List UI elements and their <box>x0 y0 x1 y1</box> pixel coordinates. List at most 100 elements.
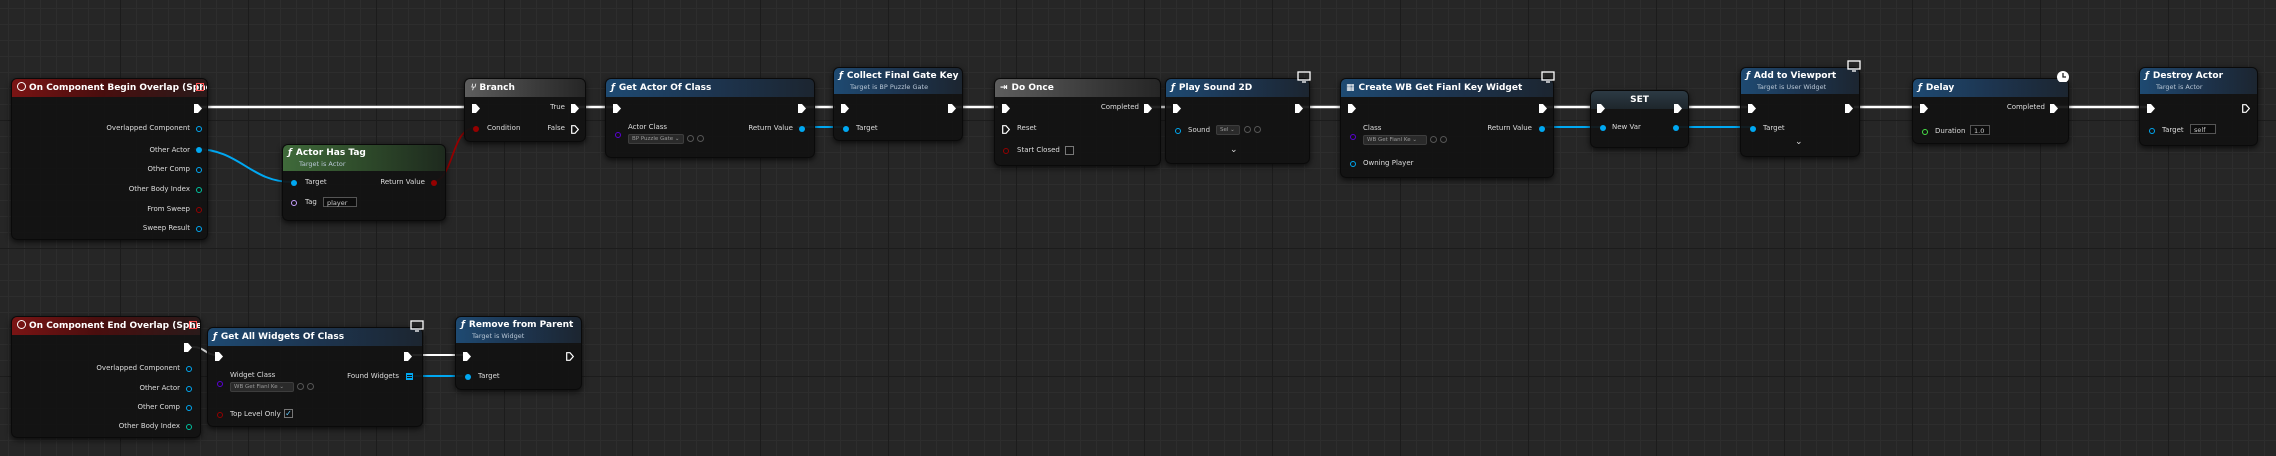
duration-pin[interactable] <box>1922 129 1928 135</box>
node-header[interactable]: On Component End Overlap (Sphere) <box>12 317 200 335</box>
play-sound-2d-node[interactable]: ƒ Play Sound 2D Sound Sel ⌄ ⌄ <box>1165 71 1311 164</box>
search-icon[interactable] <box>307 383 314 390</box>
exec-in-pin[interactable] <box>2147 104 2155 113</box>
browse-icon[interactable] <box>297 383 304 390</box>
target-pin[interactable] <box>291 180 297 186</box>
sound-pin[interactable] <box>1175 128 1181 134</box>
exec-in-pin[interactable] <box>472 104 480 113</box>
return-value-pin[interactable] <box>799 126 805 132</box>
actor-has-tag-node[interactable]: ƒ Actor Has Tag Target is Actor Target Re… <box>282 144 446 221</box>
start-closed-checkbox[interactable] <box>1065 146 1074 155</box>
found-widgets-array-pin[interactable] <box>406 373 413 380</box>
event-end-overlap-node[interactable]: On Component End Overlap (Sphere) Overla… <box>11 316 201 438</box>
node-header[interactable]: ⇥ Do Once <box>995 79 1160 97</box>
node-header[interactable]: ƒ Get Actor Of Class <box>606 79 814 97</box>
exec-in-pin[interactable] <box>613 104 621 113</box>
exec-out-pin[interactable] <box>184 343 192 352</box>
node-header[interactable]: On Component Begin Overlap (Sphere) <box>12 79 207 97</box>
reset-exec-pin[interactable] <box>1002 125 1010 134</box>
remove-from-parent-node[interactable]: ƒ Remove from Parent Target is Widget Tar… <box>455 316 582 390</box>
delay-node[interactable]: ƒ Delay Completed Duration 1.0 <box>1912 71 2069 144</box>
branch-node[interactable]: ⑂ Branch True Condition False <box>464 78 586 142</box>
sound-dropdown[interactable]: Sel ⌄ <box>1216 125 1240 135</box>
widget-class-dropdown[interactable]: WB Get Fianl Ke ⌄ <box>230 382 294 392</box>
other-body-index-pin[interactable] <box>196 187 202 193</box>
do-once-node[interactable]: ⇥ Do Once Completed Reset Start Closed <box>994 78 1161 166</box>
target-pin[interactable] <box>465 374 471 380</box>
other-comp-pin[interactable] <box>186 405 192 411</box>
other-actor-pin[interactable] <box>186 386 192 392</box>
exec-in-pin[interactable] <box>463 352 471 361</box>
exec-out-pin[interactable] <box>1295 104 1303 113</box>
exec-in-pin[interactable] <box>1920 104 1928 113</box>
exec-out-pin[interactable] <box>948 104 956 113</box>
completed-exec-pin[interactable] <box>1144 104 1152 113</box>
node-header[interactable]: ƒ Remove from Parent Target is Widget <box>456 317 581 343</box>
exec-out-pin[interactable] <box>1674 104 1682 113</box>
exec-in-pin[interactable] <box>1597 104 1605 113</box>
node-header[interactable]: ƒ Add to Viewport Target is User Widget <box>1741 68 1859 94</box>
other-body-index-pin[interactable] <box>186 424 192 430</box>
target-pin[interactable] <box>843 126 849 132</box>
expand-arrow-icon[interactable]: ⌄ <box>1795 138 1803 147</box>
browse-icon[interactable] <box>687 135 694 142</box>
exec-in-pin[interactable] <box>1002 104 1010 113</box>
top-level-only-checkbox[interactable]: ✓ <box>284 409 293 418</box>
exec-out-pin[interactable] <box>566 352 574 361</box>
condition-pin[interactable] <box>473 126 479 132</box>
actor-class-dropdown[interactable]: BP Puzzle Gate ⌄ <box>628 134 684 144</box>
from-sweep-pin[interactable] <box>196 207 202 213</box>
node-header[interactable]: ƒ Delay <box>1913 79 2068 97</box>
exec-out-pin[interactable] <box>1845 104 1853 113</box>
class-pin[interactable] <box>1350 134 1356 140</box>
exec-in-pin[interactable] <box>841 104 849 113</box>
new-var-pin[interactable] <box>1600 125 1606 131</box>
other-comp-pin[interactable] <box>196 167 202 173</box>
exec-out-pin[interactable] <box>404 352 412 361</box>
tag-input[interactable]: player <box>323 197 357 207</box>
overlapped-component-pin[interactable] <box>186 366 192 372</box>
node-header[interactable]: ⑂ Branch <box>465 79 585 97</box>
node-header[interactable]: ƒ Play Sound 2D <box>1166 79 1309 97</box>
add-to-viewport-node[interactable]: ƒ Add to Viewport Target is User Widget T… <box>1740 60 1861 157</box>
start-closed-pin[interactable] <box>1003 148 1009 154</box>
collect-final-gate-key-node[interactable]: ƒ Collect Final Gate Key Target is BP Puz… <box>833 67 963 141</box>
return-value-pin[interactable] <box>1539 126 1545 132</box>
expand-arrow-icon[interactable]: ⌄ <box>1230 146 1238 155</box>
exec-out-pin[interactable] <box>1539 104 1547 113</box>
target-pin[interactable] <box>2149 128 2155 134</box>
widget-class-pin[interactable] <box>217 381 223 387</box>
delegate-pin-icon[interactable] <box>196 83 204 91</box>
set-variable-node[interactable]: SET New Var <box>1590 90 1689 148</box>
exec-in-pin[interactable] <box>215 352 223 361</box>
search-icon[interactable] <box>1440 136 1447 143</box>
get-actor-of-class-node[interactable]: ƒ Get Actor Of Class Actor Class BP Puzzl… <box>605 78 815 158</box>
other-actor-pin[interactable] <box>196 147 202 153</box>
browse-icon[interactable] <box>1244 126 1251 133</box>
exec-out-pin[interactable] <box>2242 104 2250 113</box>
event-begin-overlap-node[interactable]: On Component Begin Overlap (Sphere) Over… <box>11 78 208 240</box>
true-exec-pin[interactable] <box>571 104 579 113</box>
completed-exec-pin[interactable] <box>2050 104 2058 113</box>
exec-out-pin[interactable] <box>194 104 202 113</box>
node-header[interactable]: ƒ Collect Final Gate Key Target is BP Puz… <box>834 68 962 94</box>
browse-icon[interactable] <box>1430 136 1437 143</box>
search-icon[interactable] <box>697 135 704 142</box>
duration-input[interactable]: 1.0 <box>1970 125 1990 135</box>
target-self-field[interactable]: self <box>2190 124 2216 134</box>
create-widget-node[interactable]: ▦ Create WB Get Fianl Key Widget Class WB… <box>1340 71 1555 178</box>
var-out-pin[interactable] <box>1673 125 1679 131</box>
search-icon[interactable] <box>1254 126 1261 133</box>
tag-pin[interactable] <box>291 200 297 206</box>
exec-in-pin[interactable] <box>1348 104 1356 113</box>
overlapped-component-pin[interactable] <box>196 126 202 132</box>
destroy-actor-node[interactable]: ƒ Destroy Actor Target is Actor Target se… <box>2139 67 2258 146</box>
node-header[interactable]: ƒ Get All Widgets Of Class <box>208 328 422 346</box>
exec-in-pin[interactable] <box>1173 104 1181 113</box>
exec-out-pin[interactable] <box>798 104 806 113</box>
actor-class-pin[interactable] <box>615 132 621 138</box>
return-value-pin[interactable] <box>431 180 437 186</box>
target-pin[interactable] <box>1750 126 1756 132</box>
widget-class-dropdown[interactable]: WB Get Fianl Ke ⌄ <box>1363 135 1427 145</box>
sweep-result-pin[interactable] <box>196 226 202 232</box>
